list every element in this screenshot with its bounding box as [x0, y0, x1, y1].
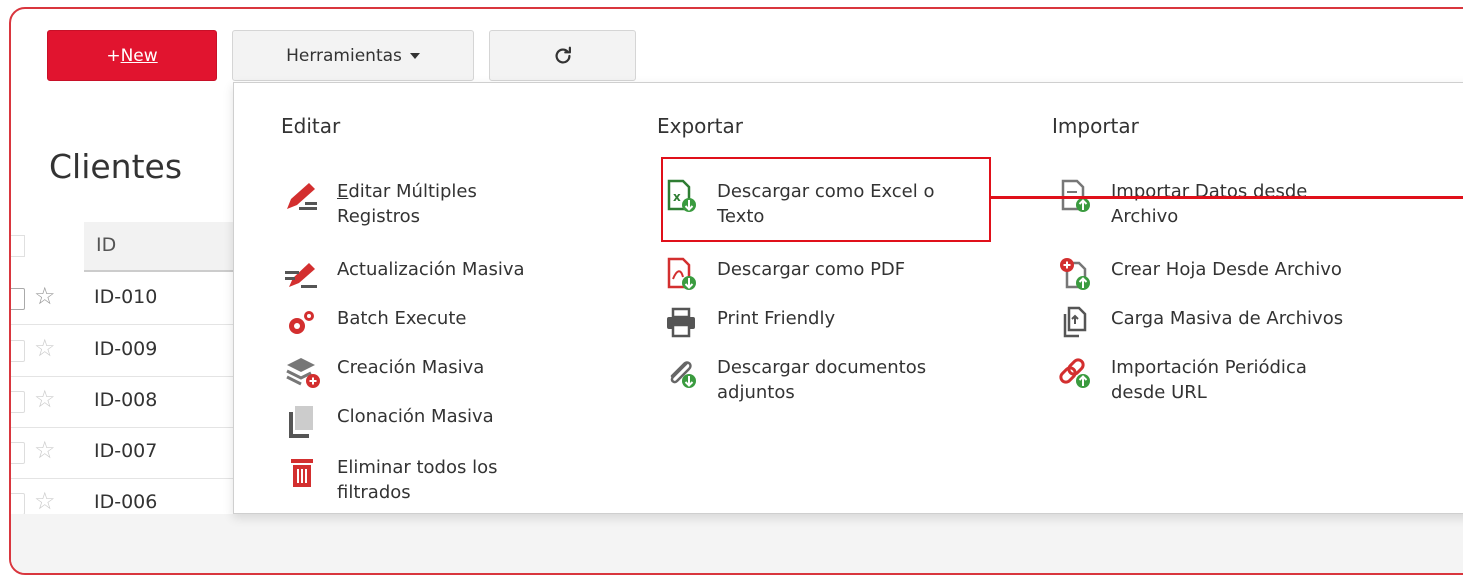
link-upload-icon [1059, 358, 1090, 388]
sheet-add-icon [1060, 258, 1090, 290]
row-checkbox[interactable] [11, 288, 25, 310]
menu-heading-editar: Editar [281, 114, 341, 138]
menu-item-descargar-adjuntos[interactable]: Descargar documentos adjuntos [661, 355, 926, 405]
menu-item-creacion-masiva[interactable]: Creación Masiva [281, 355, 484, 389]
menu-item-label: Carga Masiva de Archivos [1111, 308, 1344, 329]
menu-item-label-line1: Descargar documentos [717, 357, 927, 378]
refresh-icon [555, 46, 571, 64]
new-button[interactable]: + New [47, 30, 217, 81]
menu-item-label: Creación Masiva [337, 357, 485, 378]
menu-item-label-line2: Archivo [1111, 206, 1179, 227]
menu-item-label: Importación Periódica desde URL [1111, 355, 1307, 405]
table-row[interactable]: ☆ ID-010 [11, 274, 251, 325]
annotation-line [991, 196, 1463, 199]
menu-item-editar-multiples[interactable]: Editar Múltiples Registros [281, 179, 477, 229]
menu-item-label: Clonación Masiva [337, 406, 494, 427]
files-upload-icon [1063, 306, 1087, 338]
app-frame: + New Herramientas Clientes ID ☆ ID-010 ☆… [9, 7, 1463, 575]
menu-item-label: Crear Hoja Desde Archivo [1111, 259, 1342, 280]
caret-down-icon [409, 52, 420, 59]
trash-icon [291, 459, 313, 487]
highlight-box [661, 157, 991, 242]
row-id: ID-006 [94, 491, 158, 513]
column-id-header[interactable]: ID [96, 234, 116, 256]
menu-item-label: Batch Execute [337, 308, 467, 329]
row-id: ID-009 [94, 338, 158, 360]
page-title: Clientes [49, 147, 183, 186]
menu-item-label: Print Friendly [717, 308, 836, 329]
row-checkbox[interactable] [11, 493, 25, 515]
star-icon[interactable]: ☆ [34, 436, 56, 464]
menu-item-importar-datos[interactable]: Importar Datos desde Archivo [1055, 179, 1307, 229]
paperclip-download-icon [670, 361, 696, 388]
mass-update-icon [285, 263, 317, 288]
row-checkbox[interactable] [11, 442, 25, 464]
menu-item-eliminar-filtrados[interactable]: Eliminar todos los filtrados [281, 455, 497, 505]
menu-item-label: Editar Múltiples Registros [337, 181, 477, 227]
row-id: ID-010 [94, 286, 158, 308]
tools-dropdown-menu [233, 82, 1463, 514]
row-id: ID-008 [94, 389, 158, 411]
menu-item-batch-execute[interactable]: Batch Execute [281, 306, 466, 340]
layers-add-icon [286, 358, 320, 388]
menu-item-actualizacion-masiva[interactable]: Actualización Masiva [281, 257, 525, 291]
menu-item-label-line1: Eliminar todos los [337, 457, 498, 478]
star-icon[interactable]: ☆ [34, 487, 56, 515]
menu-item-label-line2: adjuntos [717, 382, 795, 403]
menu-item-label-line2: desde URL [1111, 382, 1207, 403]
select-all-checkbox[interactable] [11, 235, 25, 257]
star-icon[interactable]: ☆ [34, 334, 56, 362]
star-icon[interactable]: ☆ [34, 282, 56, 310]
menu-item-crear-hoja[interactable]: Crear Hoja Desde Archivo [1055, 257, 1342, 291]
new-label: New [120, 45, 158, 66]
menu-item-carga-masiva[interactable]: Carga Masiva de Archivos [1055, 306, 1343, 340]
list-header: ID [84, 222, 244, 272]
row-checkbox[interactable] [11, 391, 25, 413]
pdf-download-icon [667, 257, 696, 290]
menu-item-label-line2: filtrados [337, 482, 411, 503]
tools-label: Herramientas [286, 45, 402, 66]
menu-item-importacion-periodica[interactable]: Importación Periódica desde URL [1055, 355, 1307, 405]
star-icon[interactable]: ☆ [34, 385, 56, 413]
table-row[interactable]: ☆ ID-008 [11, 377, 251, 428]
menu-item-label: Eliminar todos los filtrados [337, 455, 497, 505]
printer-icon [667, 307, 695, 338]
table-row[interactable]: ☆ ID-009 [11, 326, 251, 377]
footer-bar [11, 514, 1463, 573]
menu-item-label: Descargar documentos adjuntos [717, 355, 926, 405]
edit-pencil-icon [287, 183, 317, 210]
menu-item-label: Importar Datos desde Archivo [1111, 179, 1307, 229]
menu-item-descargar-pdf[interactable]: Descargar como PDF [661, 257, 905, 291]
table-row[interactable]: ☆ ID-007 [11, 428, 251, 479]
menu-item-print-friendly[interactable]: Print Friendly [661, 306, 835, 340]
copy-icon [289, 406, 313, 438]
refresh-button[interactable] [489, 30, 636, 81]
menu-item-clonacion-masiva[interactable]: Clonación Masiva [281, 404, 494, 438]
menu-item-label: Descargar como PDF [717, 259, 906, 280]
row-id: ID-007 [94, 440, 158, 462]
menu-item-label: Actualización Masiva [337, 259, 525, 280]
tools-dropdown-button[interactable]: Herramientas [232, 30, 474, 81]
gears-icon [289, 311, 314, 334]
menu-heading-importar: Importar [1052, 114, 1139, 138]
menu-item-label-line2: Registros [337, 206, 421, 227]
menu-item-label-line1: Importación Periódica [1111, 357, 1307, 378]
row-checkbox[interactable] [11, 340, 25, 362]
menu-item-label-rest: ditar Múltiples [348, 181, 477, 202]
new-prefix: + [106, 45, 121, 66]
menu-heading-exportar: Exportar [657, 114, 743, 138]
